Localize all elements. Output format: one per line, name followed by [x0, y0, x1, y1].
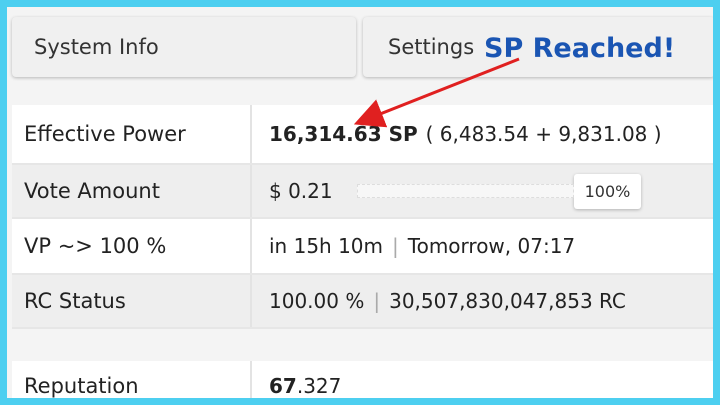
- vote-weight-badge: 100%: [573, 173, 642, 209]
- reputation-value: 67.327: [252, 374, 713, 398]
- effective-power-sp: 16,314.63 SP: [269, 122, 418, 146]
- table-gap: [12, 329, 713, 361]
- vp-full-in-time: in 15h 10m: [269, 234, 384, 258]
- reputation-label: Reputation: [12, 361, 252, 398]
- row-vp-full: VP ~> 100 % in 15h 10m | Tomorrow, 07:17: [12, 219, 713, 275]
- vp-full-separator: |: [392, 234, 399, 258]
- vote-weight-fill: [357, 185, 573, 197]
- reputation-dec: .327: [296, 374, 342, 398]
- screenshot-frame: System Info Settings SP Reached! Effecti…: [0, 0, 720, 405]
- effective-power-label: Effective Power: [12, 105, 252, 163]
- vp-full-when: Tomorrow, 07:17: [407, 234, 576, 258]
- tabs-bar: System Info Settings SP Reached!: [7, 7, 713, 87]
- reputation-int: 67: [269, 374, 297, 398]
- vote-amount-value: $ 0.21 100%: [252, 173, 713, 209]
- vp-full-label: VP ~> 100 %: [12, 219, 252, 273]
- tab-system-info[interactable]: System Info: [12, 17, 356, 77]
- row-effective-power: Effective Power 16,314.63 SP ( 6,483.54 …: [12, 105, 713, 165]
- rc-status-value: 100.00 % | 30,507,830,047,853 RC: [252, 289, 713, 313]
- account-stats-table: Effective Power 16,314.63 SP ( 6,483.54 …: [12, 105, 713, 398]
- row-rc-status: RC Status 100.00 % | 30,507,830,047,853 …: [12, 275, 713, 329]
- rc-status-percent: 100.00 %: [269, 289, 365, 313]
- effective-power-breakdown: ( 6,483.54 + 9,831.08 ): [425, 122, 662, 146]
- vote-amount-dollars: $ 0.21: [269, 179, 333, 203]
- vote-amount-label: Vote Amount: [12, 165, 252, 217]
- sp-reached-annotation: SP Reached!: [484, 33, 676, 64]
- rc-status-amount: 30,507,830,047,853 RC: [389, 289, 626, 313]
- rc-status-label: RC Status: [12, 275, 252, 327]
- rc-status-separator: |: [373, 289, 381, 313]
- row-vote-amount: Vote Amount $ 0.21 100%: [12, 165, 713, 219]
- effective-power-value: 16,314.63 SP ( 6,483.54 + 9,831.08 ): [252, 122, 713, 146]
- vp-full-value: in 15h 10m | Tomorrow, 07:17: [252, 234, 713, 258]
- vote-weight-slider[interactable]: [356, 184, 574, 198]
- tab-settings-label: Settings: [388, 35, 475, 59]
- tab-system-info-label: System Info: [34, 35, 159, 59]
- row-reputation: Reputation 67.327: [12, 361, 713, 398]
